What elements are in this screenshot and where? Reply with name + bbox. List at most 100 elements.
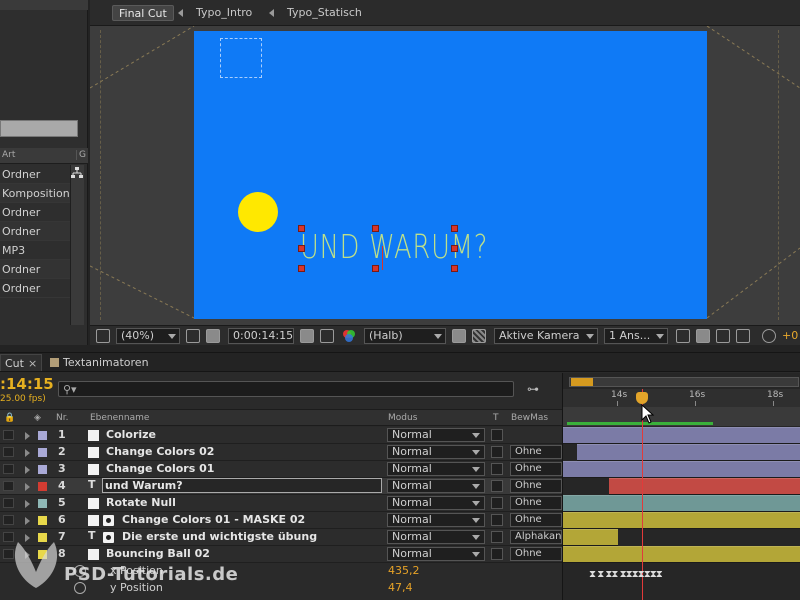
layer-row[interactable]: 4 Tund Warum? Normal Ohne <box>0 478 562 495</box>
visibility-toggle[interactable] <box>3 481 14 491</box>
blend-mode-select[interactable]: Normal <box>387 479 485 493</box>
column-bewmas[interactable]: BewMas <box>511 413 548 423</box>
lock-icon[interactable]: 🔒 <box>4 413 15 423</box>
project-item[interactable]: Ordner <box>0 279 70 298</box>
blend-mode-select[interactable]: Normal <box>387 445 485 459</box>
label-color-swatch[interactable] <box>38 448 47 457</box>
project-item[interactable]: Ordner <box>0 165 70 184</box>
preserve-transparency-checkbox[interactable] <box>491 548 503 560</box>
toggle-pixel-aspect-icon[interactable] <box>676 329 690 343</box>
project-item[interactable]: Ordner <box>0 260 70 279</box>
project-search-input[interactable] <box>0 120 78 137</box>
transform-handle[interactable] <box>372 265 379 272</box>
label-tag-icon[interactable]: ◈ <box>34 413 41 423</box>
label-color-swatch[interactable] <box>38 516 47 525</box>
project-item[interactable]: MP3 <box>0 241 70 260</box>
transform-handle[interactable] <box>451 265 458 272</box>
column-type[interactable]: Art <box>2 150 15 160</box>
keyframes-row[interactable]: ⧗ ⧗ ⧗⧗ ⧗⧗⧗⧗⧗⧗⧗ <box>589 569 663 580</box>
transform-handle[interactable] <box>372 225 379 232</box>
column-t[interactable]: T <box>493 413 499 423</box>
channels-icon[interactable] <box>342 329 356 343</box>
layer-duration-bar[interactable] <box>563 529 618 546</box>
expand-triangle-icon[interactable] <box>25 432 30 440</box>
tab-textanimatoren[interactable]: Textanimatoren <box>46 354 153 371</box>
tab-typo-intro[interactable]: Typo_Intro <box>190 5 258 21</box>
project-item[interactable]: Komposition <box>0 184 70 203</box>
layer-row[interactable]: 6 Change Colors 01 - MASKE 02 Normal Ohne <box>0 512 562 529</box>
transform-handle[interactable] <box>451 245 458 252</box>
tab-final-cut[interactable]: Final Cut <box>112 5 174 21</box>
layer-row[interactable]: 1 Colorize Normal <box>0 427 562 444</box>
blend-mode-select[interactable]: Normal <box>387 428 485 442</box>
blend-mode-select[interactable]: Normal <box>387 530 485 544</box>
layer-name[interactable]: Change Colors 01 - MASKE 02 <box>122 513 305 526</box>
layer-search-input[interactable]: ⚲▾ <box>58 381 514 397</box>
project-scrollbar[interactable] <box>70 165 84 325</box>
project-item[interactable]: Ordner <box>0 203 70 222</box>
track-matte-select[interactable]: Ohne <box>510 547 562 561</box>
transform-handle[interactable] <box>298 225 305 232</box>
camera-select[interactable]: Aktive Kamera <box>494 328 598 344</box>
expand-triangle-icon[interactable] <box>25 517 30 525</box>
column-flow[interactable]: G <box>76 150 86 160</box>
timeline-icon[interactable] <box>716 329 730 343</box>
current-time-field[interactable]: 0:00:14:15 <box>228 328 294 344</box>
layer-row[interactable]: 2 Change Colors 02 Normal Ohne <box>0 444 562 461</box>
time-navigator-handle[interactable] <box>571 378 593 386</box>
label-color-swatch[interactable] <box>38 499 47 508</box>
visibility-toggle[interactable] <box>3 498 14 508</box>
property-value[interactable]: 47,4 <box>388 581 413 594</box>
always-preview-icon[interactable] <box>96 329 110 343</box>
preserve-transparency-checkbox[interactable] <box>491 463 503 475</box>
layer-duration-bar[interactable] <box>563 546 800 563</box>
timeline-current-time[interactable]: :14:15 <box>0 375 54 393</box>
visibility-toggle[interactable] <box>3 515 14 525</box>
visibility-toggle[interactable] <box>3 464 14 474</box>
layer-name[interactable]: Colorize <box>106 428 156 441</box>
show-snapshot-icon[interactable] <box>320 329 334 343</box>
expand-triangle-icon[interactable] <box>25 466 30 474</box>
time-ruler[interactable]: 14s 16s 18s <box>563 389 800 407</box>
blend-mode-select[interactable]: Normal <box>387 513 485 527</box>
snapshot-camera-icon[interactable] <box>300 329 314 343</box>
flowchart-view-icon[interactable] <box>736 329 750 343</box>
track-matte-select[interactable]: Ohne <box>510 462 562 476</box>
bouncing-ball[interactable] <box>238 192 278 232</box>
layer-duration-bar[interactable] <box>563 512 800 529</box>
layer-duration-bar[interactable] <box>577 444 800 461</box>
blend-mode-select[interactable]: Normal <box>387 547 485 561</box>
preserve-transparency-checkbox[interactable] <box>491 497 503 509</box>
expand-triangle-icon[interactable] <box>25 500 30 508</box>
column-nr[interactable]: Nr. <box>56 413 68 423</box>
time-navigator[interactable] <box>569 377 799 387</box>
fit-icon[interactable] <box>186 329 200 343</box>
layer-row[interactable]: 3 Change Colors 01 Normal Ohne <box>0 461 562 478</box>
layer-duration-bar[interactable] <box>563 427 800 444</box>
transform-handle[interactable] <box>298 265 305 272</box>
layer-name[interactable]: und Warum? <box>102 478 382 493</box>
layer-name[interactable]: Change Colors 02 <box>106 445 214 458</box>
property-value[interactable]: 435,2 <box>388 564 420 577</box>
preserve-transparency-checkbox[interactable] <box>491 480 503 492</box>
layer-duration-bar[interactable] <box>609 478 800 495</box>
label-color-swatch[interactable] <box>38 465 47 474</box>
expand-triangle-icon[interactable] <box>25 483 30 491</box>
column-layer-name[interactable]: Ebenenname <box>90 413 149 423</box>
checkerboard-icon[interactable] <box>472 329 486 343</box>
track-matte-select[interactable]: Ohne <box>510 445 562 459</box>
project-item[interactable]: Ordner <box>0 222 70 241</box>
layer-row[interactable]: 5 Rotate Null Normal Ohne <box>0 495 562 512</box>
exposure-value[interactable]: +0 <box>782 329 798 342</box>
preserve-transparency-checkbox[interactable] <box>491 429 503 441</box>
preserve-transparency-checkbox[interactable] <box>491 531 503 543</box>
transparency-grid-icon[interactable] <box>452 329 466 343</box>
column-mode[interactable]: Modus <box>388 413 417 423</box>
work-area-bar[interactable] <box>563 407 800 426</box>
expand-triangle-icon[interactable] <box>25 449 30 457</box>
layer-name[interactable]: Rotate Null <box>106 496 176 509</box>
track-matte-select[interactable]: Alphakan <box>510 530 562 544</box>
track-matte-select[interactable]: Ohne <box>510 479 562 493</box>
layer-duration-bar[interactable] <box>563 461 800 478</box>
tab-typo-statisch[interactable]: Typo_Statisch <box>281 5 368 21</box>
